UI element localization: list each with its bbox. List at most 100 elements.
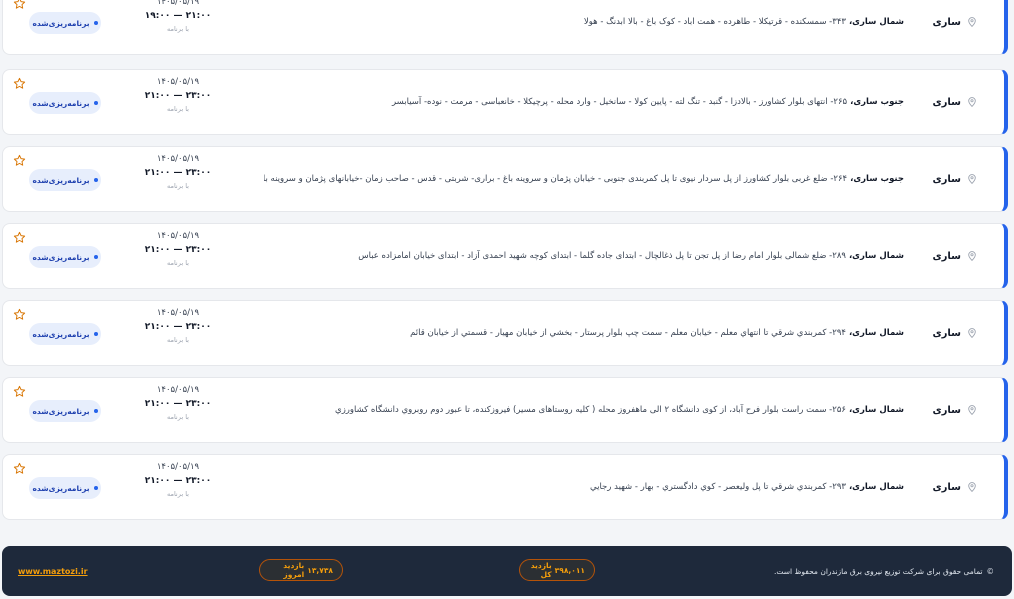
outage-time-range: ۲۳:۰۰ — ۲۱:۰۰: [143, 319, 213, 335]
outage-date: ۱۴۰۵/۰۵/۱۹: [156, 0, 200, 7]
city: ساری: [932, 378, 976, 442]
location-pin-icon: [967, 482, 976, 493]
outage-description: شمال ساری، ۲۹۳- کمربندي شرقي تا پل وليعص…: [264, 455, 904, 519]
time-separator: —: [173, 322, 183, 332]
schedule-label: با برنامه: [166, 413, 189, 421]
time-start: ۲۱:۰۰: [144, 322, 171, 332]
time-separator: —: [173, 168, 183, 178]
outage-schedule: ۱۴۰۵/۰۵/۱۹ ۲۳:۰۰ — ۲۱:۰۰ با برنامه: [143, 461, 213, 499]
status-label: برنامه‌ریزی‌شده: [32, 406, 90, 416]
area-name: جنوب ساری،: [850, 174, 904, 184]
time-separator: —: [173, 245, 183, 255]
time-separator: —: [173, 11, 183, 21]
time-end: ۲۳:۰۰: [185, 399, 212, 409]
time-start: ۲۱:۰۰: [144, 245, 171, 255]
city: ساری: [932, 224, 976, 288]
outage-date: ۱۴۰۵/۰۵/۱۹: [156, 231, 200, 241]
schedule-label: با برنامه: [166, 182, 189, 190]
schedule-label: با برنامه: [166, 490, 189, 498]
time-end: ۲۳:۰۰: [185, 245, 212, 255]
area-name: جنوب ساری،: [850, 97, 904, 107]
time-separator: —: [173, 91, 183, 101]
website-link[interactable]: www.maztozi.ir: [18, 546, 88, 596]
outage-card: ساری شمال ساری، ۲۹۴- کمربندي شرقي تا انت…: [2, 300, 1008, 366]
today-visits-label: بازدید امروز: [283, 561, 305, 579]
outage-date: ۱۴۰۵/۰۵/۱۹: [156, 77, 200, 87]
outage-card: ساری شمال ساری، ۲۹۳- کمربندي شرقي تا پل …: [2, 454, 1008, 520]
time-start: ۲۱:۰۰: [144, 168, 171, 178]
city: ساری: [932, 455, 976, 519]
total-visits-value: ۳۹۸,۰۱۱: [554, 565, 585, 575]
outage-description: جنوب ساری، ۲۶۵- انتهای بلوار کشاورز - با…: [264, 70, 904, 134]
today-visits-badge: ۱۳,۷۳۸ بازدید امروز: [259, 559, 343, 581]
city-name: ساری: [932, 481, 961, 493]
outage-time-range: ۲۱:۰۰ — ۱۹:۰۰: [143, 8, 213, 24]
dot-icon: [93, 255, 98, 259]
status-badge[interactable]: برنامه‌ریزی‌شده: [29, 169, 101, 191]
time-end: ۲۳:۰۰: [185, 322, 212, 332]
outage-schedule: ۱۴۰۵/۰۵/۱۹ ۲۱:۰۰ — ۱۹:۰۰ با برنامه: [143, 0, 213, 34]
outage-description: جنوب ساری، ۲۶۴- ضلع غربی بلوار کشاورز از…: [264, 147, 904, 211]
schedule-label: با برنامه: [166, 259, 189, 267]
status-badge[interactable]: برنامه‌ریزی‌شده: [29, 477, 101, 499]
city-name: ساری: [932, 96, 961, 108]
location-pin-icon: [967, 174, 976, 185]
time-end: ۲۳:۰۰: [185, 91, 212, 101]
city-name: ساری: [932, 16, 961, 28]
copyright-text: تمامی حقوق برای شرکت توزیع نیروی برق ماز…: [773, 566, 983, 576]
status-badge[interactable]: برنامه‌ریزی‌شده: [29, 246, 101, 268]
city-name: ساری: [932, 404, 961, 416]
dot-icon: [93, 178, 98, 182]
time-separator: —: [173, 476, 183, 486]
outage-card: ساری جنوب ساری، ۲۶۵- انتهای بلوار کشاورز…: [2, 69, 1008, 135]
status-label: برنامه‌ریزی‌شده: [32, 18, 90, 28]
time-start: ۲۱:۰۰: [144, 399, 171, 409]
site-footer: © تمامی حقوق برای شرکت توزیع نیروی برق م…: [2, 546, 1012, 596]
status-badge[interactable]: برنامه‌ریزی‌شده: [29, 12, 101, 34]
star-outline-icon[interactable]: [13, 75, 26, 89]
city: ساری: [932, 0, 976, 54]
city-name: ساری: [932, 327, 961, 339]
status-label: برنامه‌ریزی‌شده: [32, 252, 90, 262]
outage-card: ساری شمال ساری، ۲۸۹- ضلع شمالی بلوار اما…: [2, 223, 1008, 289]
status-label: برنامه‌ریزی‌شده: [32, 329, 90, 339]
outage-time-range: ۲۳:۰۰ — ۲۱:۰۰: [143, 88, 213, 104]
status-badge[interactable]: برنامه‌ریزی‌شده: [29, 400, 101, 422]
schedule-label: با برنامه: [166, 105, 189, 113]
outage-date: ۱۴۰۵/۰۵/۱۹: [156, 385, 200, 395]
status-label: برنامه‌ریزی‌شده: [32, 483, 90, 493]
schedule-label: با برنامه: [166, 336, 189, 344]
outage-card: ساری شمال ساری، ۲۵۶- سمت راست بلوار فرح …: [2, 377, 1008, 443]
time-start: ۲۱:۰۰: [144, 476, 171, 486]
status-badge[interactable]: برنامه‌ریزی‌شده: [29, 323, 101, 345]
star-outline-icon[interactable]: [13, 229, 26, 243]
outage-time-range: ۲۳:۰۰ — ۲۱:۰۰: [143, 396, 213, 412]
status-label: برنامه‌ریزی‌شده: [32, 98, 90, 108]
time-start: ۱۹:۰۰: [144, 11, 171, 21]
affected-streets: ۲۶۴- ضلع غربی بلوار کشاورز از پل سردار ن…: [264, 174, 848, 184]
dot-icon: [93, 101, 98, 105]
star-outline-icon[interactable]: [13, 460, 26, 474]
star-outline-icon[interactable]: [13, 306, 26, 320]
time-end: ۲۳:۰۰: [185, 168, 212, 178]
affected-streets: ۲۵۶- سمت راست بلوار فرح آباد، از کوی دان…: [335, 405, 846, 415]
time-end: ۲۳:۰۰: [185, 476, 212, 486]
status-badge[interactable]: برنامه‌ریزی‌شده: [29, 92, 101, 114]
outage-schedule: ۱۴۰۵/۰۵/۱۹ ۲۳:۰۰ — ۲۱:۰۰ با برنامه: [143, 153, 213, 191]
star-outline-icon[interactable]: [13, 152, 26, 166]
copyright: © تمامی حقوق برای شرکت توزیع نیروی برق م…: [774, 546, 994, 596]
affected-streets: ۳۴۳- سمسکنده - قرتیکلا - طاهرده - همت اب…: [583, 17, 846, 27]
affected-streets: ۲۶۵- انتهای بلوار کشاورز - بالادزا - گنب…: [391, 97, 848, 107]
dot-icon: [93, 332, 98, 336]
star-outline-icon[interactable]: [13, 383, 26, 397]
city: ساری: [932, 147, 976, 211]
total-visits-label: بازدید کل: [530, 561, 552, 579]
outage-description: شمال ساری، ۲۹۴- کمربندي شرقي تا انتهاي م…: [264, 301, 904, 365]
area-name: شمال ساری،: [848, 482, 904, 492]
outage-schedule: ۱۴۰۵/۰۵/۱۹ ۲۳:۰۰ — ۲۱:۰۰ با برنامه: [143, 307, 213, 345]
city: ساری: [932, 70, 976, 134]
star-outline-icon[interactable]: [13, 0, 26, 9]
dot-icon: [93, 486, 98, 490]
area-name: شمال ساری،: [848, 17, 904, 27]
city: ساری: [932, 301, 976, 365]
